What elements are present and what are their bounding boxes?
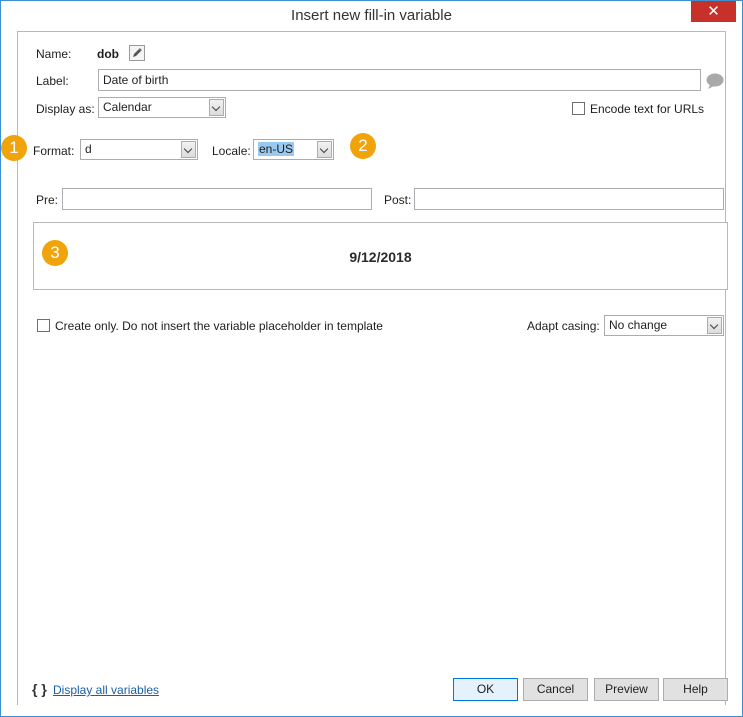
ok-button[interactable]: OK — [453, 678, 518, 701]
format-value: d — [85, 142, 92, 156]
label-label: Label: — [36, 74, 69, 88]
adapt-casing-value: No change — [609, 318, 668, 332]
chevron-down-icon — [317, 141, 332, 158]
close-icon: ✕ — [707, 3, 720, 20]
name-value: dob — [97, 47, 119, 61]
dialog-window: Insert new fill-in variable ✕ Name: dob … — [0, 0, 743, 717]
cancel-button[interactable]: Cancel — [523, 678, 588, 701]
help-button[interactable]: Help — [663, 678, 728, 701]
encode-urls-checkbox[interactable] — [572, 102, 585, 115]
locale-label: Locale: — [212, 144, 251, 158]
post-input[interactable] — [414, 188, 724, 210]
chevron-down-icon — [707, 317, 722, 334]
preview-button[interactable]: Preview — [594, 678, 659, 701]
create-only-checkbox[interactable] — [37, 319, 50, 332]
callout-badge-3: 3 — [42, 240, 68, 266]
callout-badge-2: 2 — [350, 133, 376, 159]
locale-value: en-US — [258, 142, 295, 156]
pre-label: Pre: — [36, 193, 59, 207]
comment-icon[interactable] — [705, 72, 725, 90]
chevron-down-icon — [181, 141, 196, 158]
title-bar[interactable]: Insert new fill-in variable ✕ — [1, 1, 742, 31]
callout-badge-1: 1 — [1, 135, 27, 161]
display-as-label: Display as: — [36, 102, 95, 116]
pre-input[interactable] — [62, 188, 372, 210]
format-label: Format: — [33, 144, 75, 158]
dialog-title: Insert new fill-in variable — [291, 7, 452, 24]
preview-value: 9/12/2018 — [349, 249, 412, 265]
display-as-select[interactable]: Calendar — [98, 97, 226, 118]
encode-urls-label: Encode text for URLs — [590, 102, 705, 116]
name-label: Name: — [36, 47, 72, 61]
chevron-down-icon — [209, 99, 224, 116]
pencil-icon — [133, 48, 142, 57]
create-only-label: Create only. Do not insert the variable … — [55, 319, 383, 333]
braces-icon: { } — [32, 681, 47, 697]
display-as-value: Calendar — [103, 100, 152, 114]
format-select[interactable]: d — [80, 139, 198, 160]
preview-box: 9/12/2018 — [33, 222, 728, 290]
locale-select[interactable]: en-US — [253, 139, 334, 160]
edit-name-button[interactable] — [129, 45, 145, 61]
label-input[interactable] — [98, 69, 701, 91]
dialog-content: Name: dob Label: Display as: Calendar En… — [17, 31, 728, 705]
display-all-variables-link[interactable]: Display all variables — [53, 683, 159, 697]
post-label: Post: — [384, 193, 412, 207]
adapt-casing-label: Adapt casing: — [527, 319, 600, 333]
adapt-casing-select[interactable]: No change — [604, 315, 724, 336]
close-button[interactable]: ✕ — [691, 1, 736, 22]
